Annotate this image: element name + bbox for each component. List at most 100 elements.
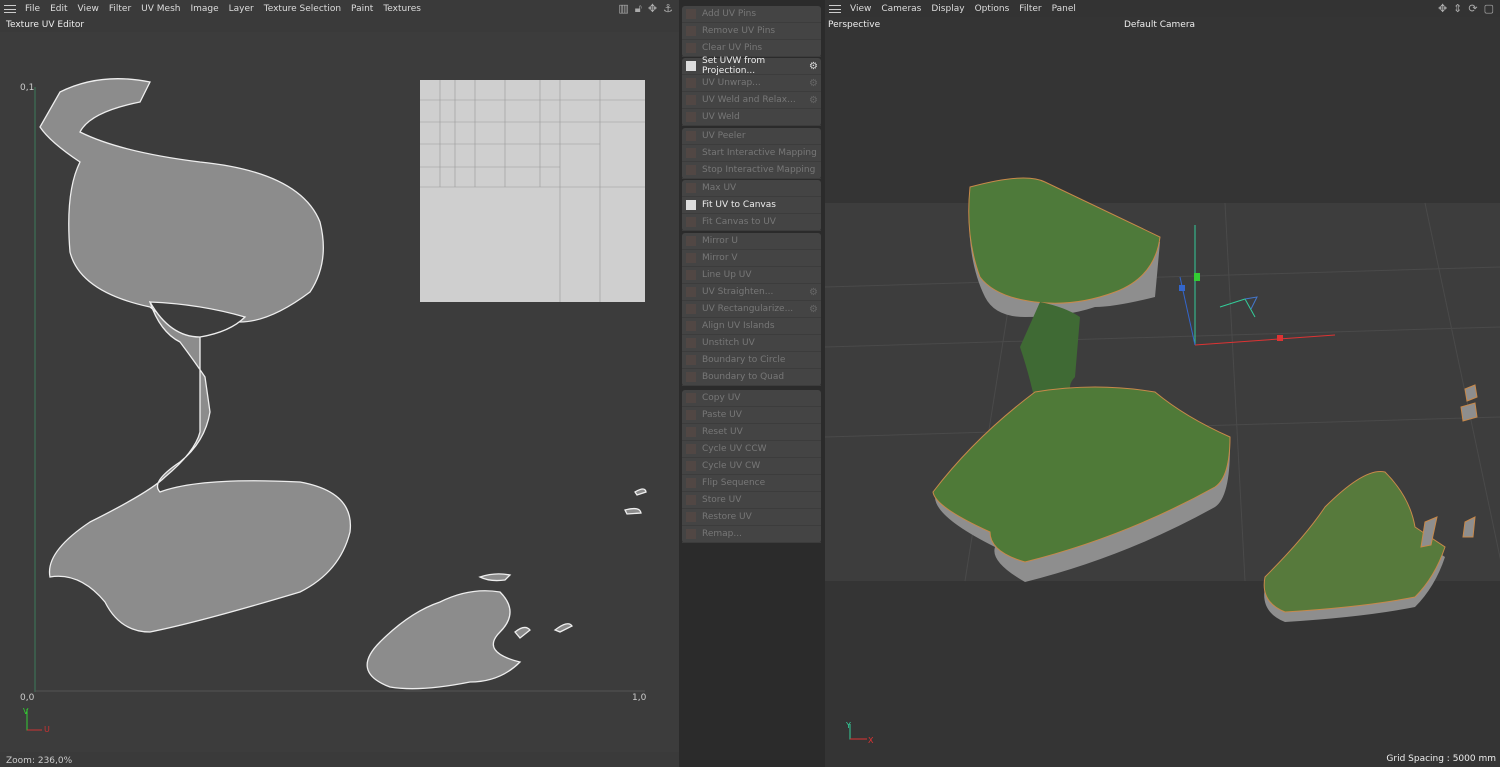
hamburger-icon[interactable] — [4, 4, 16, 13]
command-label: Max UV — [702, 183, 737, 193]
command-clear-uv-pins[interactable]: Clear UV Pins — [682, 40, 821, 57]
command-label: UV Unwrap... — [702, 78, 761, 88]
command-group: Set UVW from Projection... ⚙ UV Unwrap... ⚙… — [682, 56, 821, 126]
histogram-icon[interactable]: ▥ — [618, 2, 628, 16]
3d-viewport[interactable]: View Cameras Display Options Filter Pane… — [825, 0, 1500, 767]
panel-title: Texture UV Editor — [6, 20, 85, 30]
command-paste-uv[interactable]: Paste UV — [682, 407, 821, 424]
command-add-uv-pins[interactable]: Add UV Pins — [682, 6, 821, 23]
move-icon[interactable]: ✥ — [1438, 2, 1447, 15]
menu-textures[interactable]: Textures — [378, 4, 426, 14]
menu-texture-selection[interactable]: Texture Selection — [259, 4, 346, 14]
command-uv-unwrap[interactable]: UV Unwrap... ⚙ — [682, 75, 821, 92]
uv-label-right: 1,0 — [632, 693, 647, 703]
command-uv-straighten[interactable]: UV Straighten... ⚙ — [682, 284, 821, 301]
command-uv-rectangularize[interactable]: UV Rectangularize... ⚙ — [682, 301, 821, 318]
command-boundary-to-quad[interactable]: Boundary to Quad — [682, 369, 821, 386]
gear-icon[interactable]: ⚙ — [809, 95, 818, 106]
command-start-interactive-mapping[interactable]: Start Interactive Mapping — [682, 145, 821, 162]
menu-edit[interactable]: Edit — [45, 4, 72, 14]
cycle-uv-cw-icon — [686, 461, 696, 471]
hamburger-icon[interactable] — [829, 4, 841, 13]
max-uv-icon — [686, 183, 696, 193]
menu-options[interactable]: Options — [970, 4, 1015, 14]
command-boundary-to-circle[interactable]: Boundary to Circle — [682, 352, 821, 369]
menu-filter[interactable]: Filter — [1014, 4, 1046, 14]
command-mirror-v[interactable]: Mirror V — [682, 250, 821, 267]
command-label: Boundary to Circle — [702, 355, 786, 365]
anchor-icon[interactable]: ⚓︎ — [663, 2, 673, 16]
menu-image[interactable]: Image — [185, 4, 223, 14]
command-align-uv-islands[interactable]: Align UV Islands — [682, 318, 821, 335]
command-label: UV Peeler — [702, 131, 746, 141]
viewport-scene[interactable]: Y X — [825, 17, 1500, 767]
command-uv-weld-and-relax[interactable]: UV Weld and Relax... ⚙ — [682, 92, 821, 109]
command-fit-uv-to-canvas[interactable]: Fit UV to Canvas — [682, 197, 821, 214]
uv-canvas[interactable]: 0,1 0,0 1,0 V U — [0, 32, 679, 752]
command-group: Copy UV Paste UV Reset UV Cycle UV CCW Cycle… — [682, 390, 821, 543]
gear-icon[interactable]: ⚙ — [809, 78, 818, 89]
menu-view[interactable]: View — [845, 4, 876, 14]
axis-v-label: V — [23, 707, 29, 716]
command-label: Start Interactive Mapping — [702, 148, 817, 158]
command-label: Add UV Pins — [702, 9, 757, 19]
menu-cameras[interactable]: Cameras — [876, 4, 926, 14]
command-max-uv[interactable]: Max UV — [682, 180, 821, 197]
command-fit-canvas-to-uv[interactable]: Fit Canvas to UV — [682, 214, 821, 231]
command-set-uvw-from-projection[interactable]: Set UVW from Projection... ⚙ — [682, 56, 821, 76]
command-line-up-uv[interactable]: Line Up UV — [682, 267, 821, 284]
command-cycle-uv-ccw[interactable]: Cycle UV CCW — [682, 441, 821, 458]
command-mirror-u[interactable]: Mirror U — [682, 233, 821, 250]
command-copy-uv[interactable]: Copy UV — [682, 390, 821, 407]
uv-weld-and-relax-icon — [686, 95, 696, 105]
uv-rectangularize-icon — [686, 304, 696, 314]
maximize-icon[interactable]: ▢ — [1484, 2, 1494, 15]
menu-view[interactable]: View — [73, 4, 104, 14]
lock-icon[interactable]: 🔓︎ — [635, 2, 642, 16]
command-reset-uv[interactable]: Reset UV — [682, 424, 821, 441]
command-label: UV Rectangularize... — [702, 304, 794, 314]
rotate-icon[interactable]: ⟳ — [1468, 2, 1477, 15]
command-uv-peeler[interactable]: UV Peeler — [682, 128, 821, 145]
store-uv-icon — [686, 495, 696, 505]
projection-label[interactable]: Perspective — [828, 20, 880, 30]
line-up-uv-icon — [686, 270, 696, 280]
stop-interactive-mapping-icon — [686, 165, 696, 175]
command-flip-sequence[interactable]: Flip Sequence — [682, 475, 821, 492]
menu-uv-mesh[interactable]: UV Mesh — [136, 4, 185, 14]
command-label: Paste UV — [702, 410, 742, 420]
reset-uv-icon — [686, 427, 696, 437]
command-label: Store UV — [702, 495, 742, 505]
mirror-u-icon — [686, 236, 696, 246]
command-label: Copy UV — [702, 393, 741, 403]
menu-layer[interactable]: Layer — [224, 4, 259, 14]
boundary-to-circle-icon — [686, 355, 696, 365]
command-store-uv[interactable]: Store UV — [682, 492, 821, 509]
command-label: Set UVW from Projection... — [702, 56, 766, 76]
gear-icon[interactable]: ⚙ — [809, 61, 818, 72]
command-restore-uv[interactable]: Restore UV — [682, 509, 821, 526]
command-label: Remap... — [702, 529, 742, 539]
menu-filter[interactable]: Filter — [104, 4, 136, 14]
command-label: Unstitch UV — [702, 338, 755, 348]
camera-label[interactable]: Default Camera — [1124, 20, 1195, 30]
clear-uv-pins-icon — [686, 43, 696, 53]
gear-icon[interactable]: ⚙ — [809, 304, 818, 315]
menu-paint[interactable]: Paint — [346, 4, 378, 14]
boundary-to-quad-icon — [686, 372, 696, 382]
axis-x-label: X — [868, 736, 874, 745]
zoom-icon[interactable]: ⇕ — [1453, 2, 1462, 15]
command-group: Mirror U Mirror V Line Up UV UV Straighten.… — [682, 233, 821, 386]
command-cycle-uv-cw[interactable]: Cycle UV CW — [682, 458, 821, 475]
menu-panel[interactable]: Panel — [1047, 4, 1081, 14]
command-label: Fit UV to Canvas — [702, 200, 776, 210]
command-uv-weld[interactable]: UV Weld — [682, 109, 821, 126]
menu-display[interactable]: Display — [926, 4, 969, 14]
command-stop-interactive-mapping[interactable]: Stop Interactive Mapping — [682, 162, 821, 179]
command-unstitch-uv[interactable]: Unstitch UV — [682, 335, 821, 352]
command-remove-uv-pins[interactable]: Remove UV Pins — [682, 23, 821, 40]
command-remap[interactable]: Remap... — [682, 526, 821, 543]
move-icon[interactable]: ✥ — [648, 2, 657, 16]
menu-file[interactable]: File — [20, 4, 45, 14]
gear-icon[interactable]: ⚙ — [809, 287, 818, 298]
